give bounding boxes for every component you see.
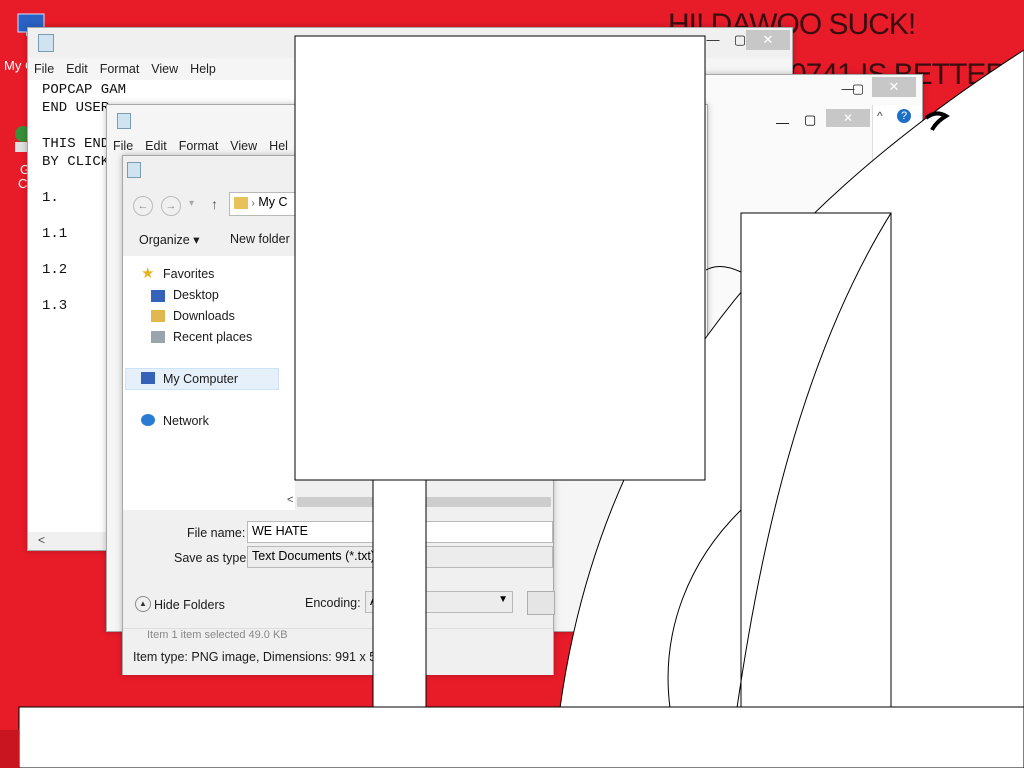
inner-rect [740, 212, 892, 709]
arc-shape [705, 266, 742, 273]
post-rect [372, 469, 427, 709]
start-button-fragment [0, 730, 19, 768]
drawing-overlay [0, 35, 1024, 768]
blank-canvas-square [294, 35, 706, 481]
bottom-bar [18, 706, 1024, 768]
